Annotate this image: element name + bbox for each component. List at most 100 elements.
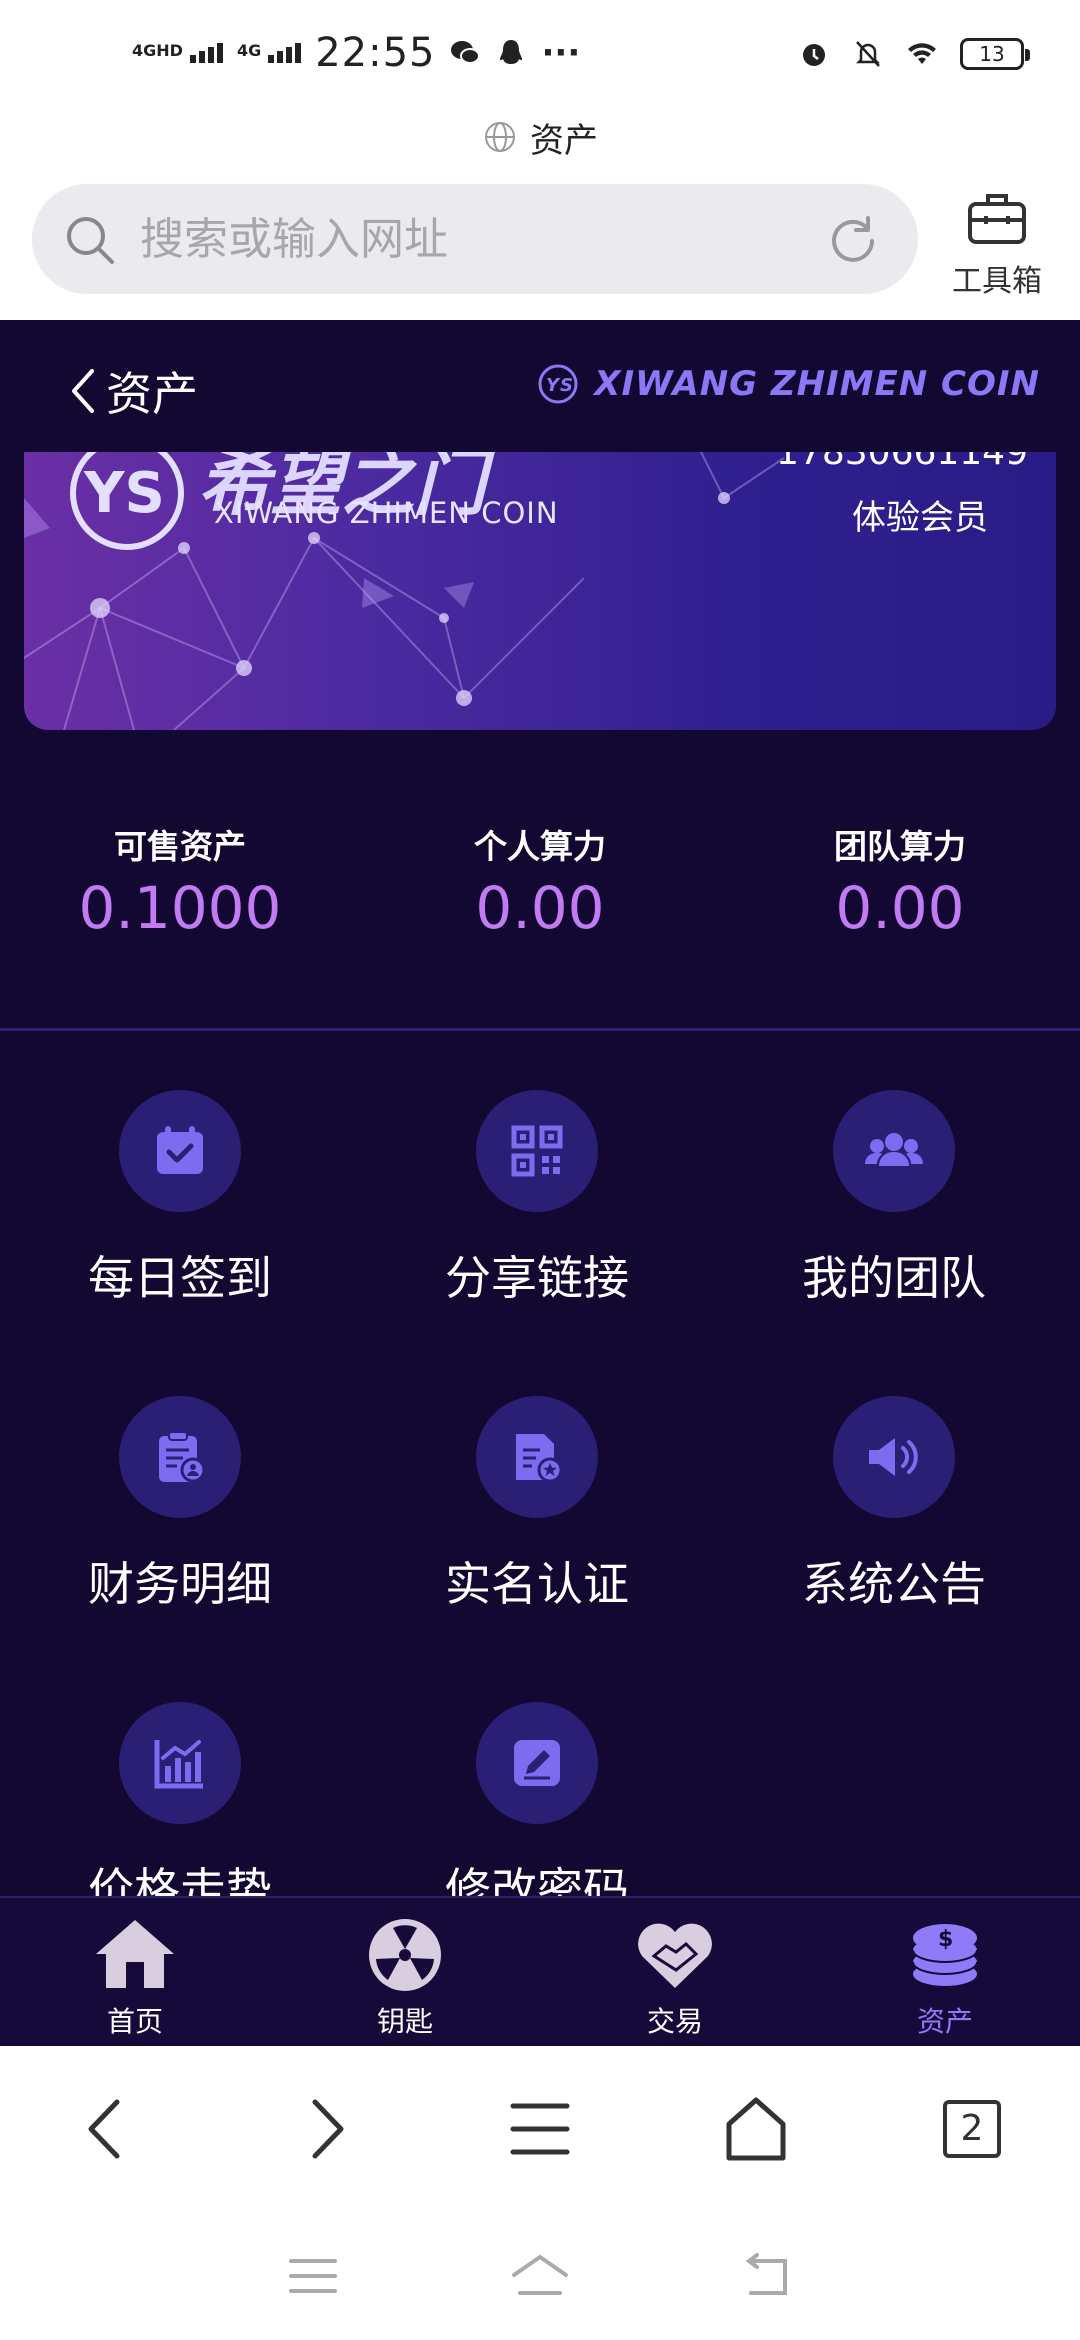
menu-system-announcement[interactable]: 系统公告 (714, 1396, 1074, 1614)
battery-icon: 13 (960, 38, 1030, 70)
member-level: 体验会员 (852, 498, 988, 538)
coins-icon: $ (912, 1924, 978, 1986)
stat-value: 0.00 (835, 874, 965, 942)
nav-menu-button[interactable] (432, 2094, 648, 2164)
svg-text:$: $ (938, 1927, 953, 1952)
stat-personal-hashrate: 个人算力 0.00 (360, 820, 720, 942)
tab-label: 首页 (106, 2005, 163, 2038)
tab-home[interactable]: 首页 (0, 1898, 270, 2046)
clock: 22:55 (315, 30, 436, 76)
toolbox-button[interactable]: 工具箱 (942, 184, 1052, 300)
handshake-heart-icon (638, 1923, 712, 1988)
system-nav-bar (0, 2212, 1080, 2340)
search-icon (67, 217, 114, 264)
stat-sellable-assets: 可售资产 0.1000 (0, 820, 360, 942)
system-back-icon[interactable] (737, 2251, 797, 2301)
stat-label: 团队算力 (834, 827, 966, 866)
team-icon (865, 1133, 923, 1166)
signal-2-icon: 4G (236, 41, 302, 63)
wifi-icon (908, 43, 936, 64)
svg-text:YS: YS (546, 375, 574, 396)
menu-daily-checkin[interactable]: 每日签到 (0, 1090, 360, 1308)
menu-label: 分享链接 (445, 1251, 629, 1305)
tab-label: 交易 (646, 2005, 703, 2038)
browser-nav-bar: 2 (0, 2046, 1080, 2212)
menu-label: 实名认证 (445, 1557, 629, 1611)
recents-icon[interactable] (283, 2251, 343, 2301)
chevron-left-icon (72, 369, 94, 413)
clipboard-icon (159, 1431, 206, 1483)
toolbox-icon (968, 194, 1026, 244)
svg-text:YS: YS (83, 461, 165, 526)
wechat-icon (451, 41, 481, 64)
speaker-icon (869, 1438, 918, 1476)
menu-label: 财务明细 (88, 1557, 272, 1611)
toolbox-label: 工具箱 (952, 264, 1042, 299)
menu-real-name-auth[interactable]: 实名认证 (357, 1396, 717, 1614)
menu-share-link[interactable]: 分享链接 (357, 1090, 717, 1308)
member-banner: YS 希望之门 XIWANG ZHIMEN COIN 17830661149 体… (24, 438, 1056, 730)
globe-icon (485, 122, 515, 152)
stat-team-hashrate: 团队算力 0.00 (720, 820, 1080, 942)
id-card-icon (516, 1434, 563, 1483)
tab-trade[interactable]: 交易 (540, 1898, 810, 2046)
more-notifications: ··· (541, 33, 581, 73)
stat-value: 0.1000 (78, 874, 282, 942)
menu-financial-details[interactable]: 财务明细 (0, 1396, 360, 1614)
ys-logo-icon: YS (538, 364, 578, 404)
network-type-1: 4GHD (132, 41, 183, 60)
system-home-icon[interactable] (510, 2251, 570, 2301)
tab-keys[interactable]: 钥匙 (270, 1898, 540, 2046)
address-bar[interactable] (32, 184, 918, 294)
signal-1-icon: 4GHD (132, 43, 223, 63)
ys-logo-icon: YS (70, 438, 184, 550)
calendar-check-icon (157, 1126, 203, 1174)
header-title: 资产 (106, 367, 198, 421)
refresh-icon[interactable] (824, 212, 882, 270)
menu-label: 每日签到 (88, 1251, 272, 1305)
menu-label: 系统公告 (802, 1557, 986, 1611)
nav-back-button[interactable] (0, 2094, 216, 2164)
chevron-right-icon (312, 2099, 344, 2159)
banner-logo: YS 希望之门 XIWANG ZHIMEN COIN (62, 438, 558, 558)
back-button[interactable]: 资产 (66, 358, 198, 424)
stat-value: 0.00 (475, 874, 605, 942)
stat-label: 个人算力 (474, 827, 606, 866)
network-type-2: 4G (236, 41, 262, 60)
app-webview: 资产 YS XIWANG ZHIMEN COIN YS 希望之门 XIWANG … (0, 320, 1080, 2046)
home-icon (96, 1920, 174, 1988)
menu-change-password[interactable]: 修改密码 (357, 1702, 717, 1920)
app-tab-bar: 首页 钥匙 交易 $ 资产 (0, 1896, 1080, 2046)
asset-stats: 可售资产 0.1000 个人算力 0.00 团队算力 0.00 (0, 820, 1080, 942)
browser-page-title: 资产 (0, 112, 1080, 162)
menu-my-team[interactable]: 我的团队 (714, 1090, 1074, 1308)
home-icon (726, 2097, 786, 2161)
app-header: 资产 YS XIWANG ZHIMEN COIN (0, 320, 1080, 452)
status-bar: 4GHD 4G 22:55 ··· 13 (0, 0, 1080, 112)
chart-icon (154, 1740, 203, 1789)
radiation-icon (369, 1919, 441, 1991)
chevron-left-icon (88, 2099, 120, 2159)
tab-count-badge: 2 (943, 2100, 1001, 2158)
nav-home-button[interactable] (648, 2094, 864, 2164)
qr-code-icon (511, 1125, 563, 1177)
tab-label: 资产 (916, 2005, 973, 2038)
section-divider (0, 1028, 1080, 1031)
nav-forward-button[interactable] (216, 2094, 432, 2164)
stat-label: 可售资产 (114, 827, 246, 866)
menu-icon (510, 2103, 570, 2155)
logo-english-text: XIWANG ZHIMEN COIN (214, 496, 559, 530)
tab-label: 钥匙 (376, 2005, 433, 2038)
alarm-icon (803, 44, 825, 66)
menu-price-trend[interactable]: 价格走势 (0, 1702, 360, 1920)
mute-bell-icon (855, 41, 881, 67)
header-brand: YS XIWANG ZHIMEN COIN (536, 362, 1040, 406)
edit-icon (514, 1740, 560, 1786)
brand-name: XIWANG ZHIMEN COIN (594, 364, 1040, 404)
nav-tabs-button[interactable]: 2 (864, 2100, 1080, 2158)
menu-label: 我的团队 (802, 1251, 986, 1305)
qq-icon (500, 40, 523, 64)
search-input[interactable] (140, 208, 800, 270)
tab-assets[interactable]: $ 资产 (810, 1898, 1080, 2046)
page-title-text: 资产 (530, 120, 598, 161)
